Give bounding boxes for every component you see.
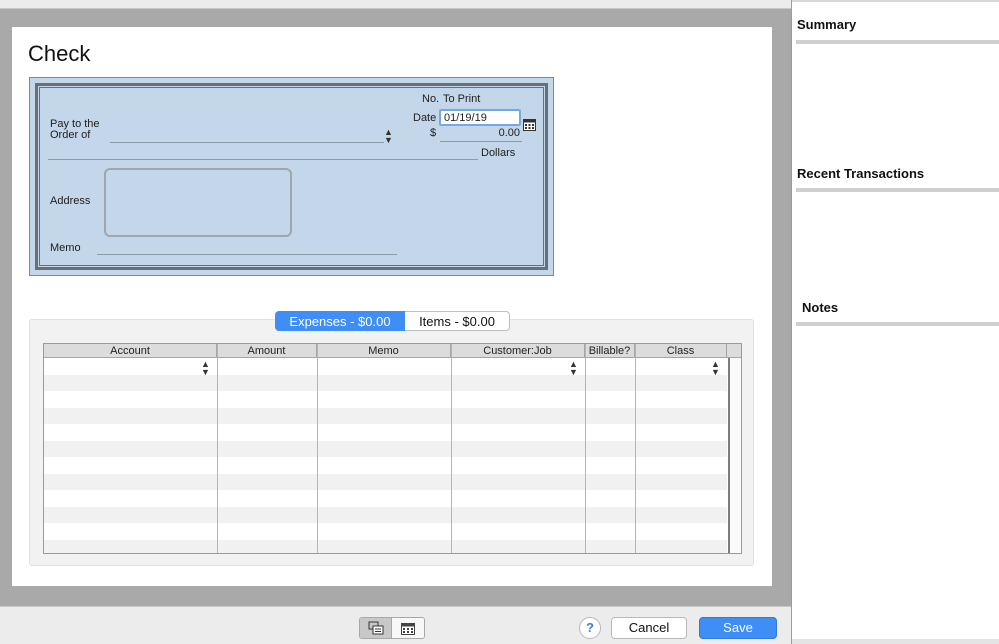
column-divider (451, 344, 452, 553)
table-row[interactable] (44, 374, 727, 391)
view-toggle (359, 617, 425, 639)
table-row[interactable] (44, 523, 727, 540)
memo-input[interactable] (97, 254, 397, 255)
pay-to-label-2: Order of (50, 129, 91, 141)
column-divider (585, 344, 586, 553)
amount-input[interactable]: 0.00 (442, 127, 520, 139)
summary-heading: Summary (797, 17, 857, 32)
check-no-label: No. (422, 93, 440, 105)
form-panel: Check No. To Print Pay to the Order of ▲… (12, 27, 772, 586)
date-label: Date (413, 112, 437, 124)
top-strip (0, 0, 791, 9)
sidebar-bottom-edge (792, 639, 999, 644)
calendar-icon[interactable] (523, 118, 536, 131)
save-button[interactable]: Save (699, 617, 777, 639)
summary-rule (796, 40, 999, 44)
sidebar-top-edge (792, 0, 999, 2)
recent-transactions-heading: Recent Transactions (797, 166, 925, 181)
date-input[interactable]: 01/19/19 (439, 109, 521, 126)
expenses-table-container: Account Amount Memo Customer:Job Billabl… (29, 319, 754, 566)
detail-tabs: Expenses - $0.00 Items - $0.00 (275, 311, 510, 331)
help-button[interactable]: ? (579, 617, 601, 639)
dollars-label: Dollars (481, 147, 516, 159)
recent-transactions-rule (796, 188, 999, 192)
tab-items[interactable]: Items - $0.00 (405, 311, 510, 331)
tab-expenses[interactable]: Expenses - $0.00 (275, 311, 405, 331)
calendar-view-icon (401, 622, 415, 635)
table-row[interactable] (44, 473, 727, 490)
column-divider (317, 344, 318, 553)
address-label: Address (50, 195, 91, 207)
column-header-account[interactable]: Account (44, 344, 217, 358)
column-header-class[interactable]: Class (635, 344, 727, 358)
column-header-customer-job[interactable]: Customer:Job (451, 344, 585, 358)
amount-underline (440, 141, 522, 142)
currency-symbol: $ (430, 127, 437, 139)
address-input[interactable] (104, 168, 292, 237)
table-row[interactable] (44, 539, 727, 553)
right-sidebar: Summary Recent Transactions Notes (791, 0, 999, 644)
class-stepper-icon[interactable]: ▲ ▼ (711, 360, 720, 377)
table-row[interactable] (44, 358, 727, 375)
account-stepper-icon[interactable]: ▲ ▼ (201, 360, 210, 377)
column-header-memo[interactable]: Memo (317, 344, 451, 358)
customer-job-stepper-icon[interactable]: ▲ ▼ (569, 360, 578, 377)
page-title: Check (28, 41, 91, 66)
column-header-amount[interactable]: Amount (217, 344, 317, 358)
table-row[interactable] (44, 506, 727, 523)
notes-rule (796, 322, 999, 326)
main-area: Check No. To Print Pay to the Order of ▲… (0, 0, 791, 606)
table-row[interactable] (44, 424, 727, 441)
memo-label: Memo (50, 242, 81, 254)
table-row[interactable] (44, 391, 727, 408)
view-calendar-button[interactable] (392, 618, 424, 638)
check-area: No. To Print Pay to the Order of ▲ ▼ Date… (29, 77, 554, 276)
table-header: Account Amount Memo Customer:Job Billabl… (44, 344, 741, 358)
payee-stepper-icon[interactable]: ▲ ▼ (384, 128, 393, 145)
notes-heading: Notes (802, 300, 839, 315)
dollars-line (48, 159, 478, 160)
column-divider (217, 344, 218, 553)
table-row[interactable] (44, 457, 727, 474)
column-divider (635, 344, 636, 553)
table-row[interactable] (44, 407, 727, 424)
column-header-billable[interactable]: Billable? (585, 344, 635, 358)
table-scrollbar[interactable] (728, 358, 741, 553)
footer-bar: ? Cancel Save (0, 606, 791, 644)
table-row[interactable] (44, 440, 727, 457)
payee-input[interactable] (110, 142, 384, 143)
view-form-button[interactable] (360, 618, 393, 638)
check-no-value[interactable]: To Print (443, 93, 480, 105)
cancel-button[interactable]: Cancel (611, 617, 687, 639)
expenses-table: Account Amount Memo Customer:Job Billabl… (43, 343, 742, 554)
form-view-icon (368, 621, 383, 635)
table-row[interactable] (44, 490, 727, 507)
